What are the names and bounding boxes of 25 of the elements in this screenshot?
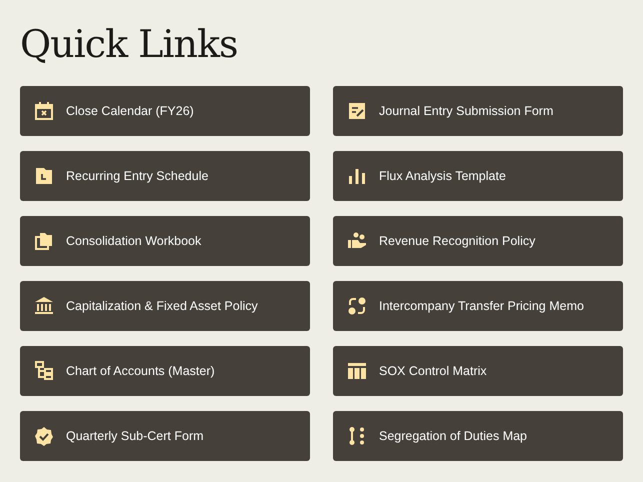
quick-link[interactable]: Close Calendar (FY26) — [20, 86, 310, 136]
hand-people-icon — [347, 231, 367, 251]
quick-link[interactable]: Quarterly Sub-Cert Form — [20, 411, 310, 461]
quick-link[interactable]: Recurring Entry Schedule — [20, 151, 310, 201]
check-badge-icon — [34, 426, 54, 446]
quick-link[interactable]: Journal Entry Submission Form — [333, 86, 623, 136]
edit-form-icon — [347, 101, 367, 121]
quick-link[interactable]: Segregation of Duties Map — [333, 411, 623, 461]
quick-link[interactable]: Flux Analysis Template — [333, 151, 623, 201]
quick-link[interactable]: Capitalization & Fixed Asset Policy — [20, 281, 310, 331]
quick-link[interactable]: Chart of Accounts (Master) — [20, 346, 310, 396]
quick-link[interactable]: Intercompany Transfer Pricing Memo — [333, 281, 623, 331]
quick-link[interactable]: Consolidation Workbook — [20, 216, 310, 266]
quick-link[interactable]: Revenue Recognition Policy — [333, 216, 623, 266]
folder-icon — [34, 166, 54, 186]
transfer-circles-icon — [347, 296, 367, 316]
quick-link[interactable]: SOX Control Matrix — [333, 346, 623, 396]
page-title: Quick Links — [20, 21, 239, 68]
bank-icon — [34, 296, 54, 316]
route-dots-icon — [347, 426, 367, 446]
folders-icon — [34, 231, 54, 251]
table-icon — [347, 361, 367, 381]
bar-chart-icon — [347, 166, 367, 186]
hierarchy-icon — [34, 361, 54, 381]
calendar-icon — [34, 101, 54, 121]
